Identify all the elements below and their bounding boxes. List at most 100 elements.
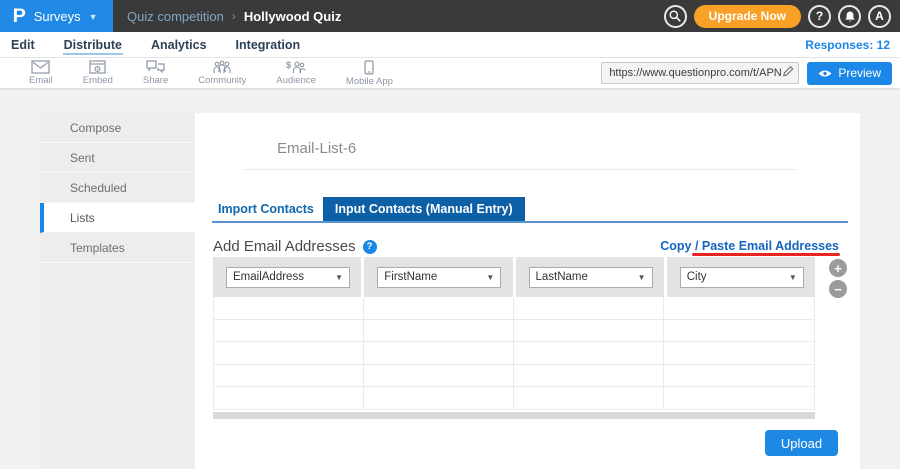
lists-panel: Email-List-6 Import Contacts Input Conta…: [195, 113, 860, 469]
contacts-table: EmailAddress▼FirstName▼LastName▼City▼: [213, 257, 815, 419]
table-cell[interactable]: [514, 365, 664, 388]
toolbar-right: Preview: [601, 62, 892, 85]
column-field-select[interactable]: FirstName ▼: [377, 267, 501, 288]
column-field-select[interactable]: LastName▼: [529, 267, 653, 288]
distribute-toolbar: Email Embed Share Community $ Audience M…: [0, 58, 900, 90]
surveys-product-menu[interactable]: P Surveys ▼: [0, 0, 113, 32]
tab-import-contacts[interactable]: Import Contacts: [212, 197, 323, 222]
table-cell[interactable]: [664, 342, 814, 365]
select-dropdown-arrow-icon: ▼: [486, 273, 494, 282]
sidebar-item-compose[interactable]: Compose: [40, 113, 195, 143]
breadcrumb-parent[interactable]: Quiz competition: [127, 9, 224, 24]
notifications-bell-icon[interactable]: [838, 5, 861, 28]
sidebar-item-lists[interactable]: Lists: [40, 203, 195, 233]
selected-field-label: FirstName: [384, 271, 437, 283]
sidebar-item-scheduled[interactable]: Scheduled: [40, 173, 195, 203]
nav-tab-integration[interactable]: Integration: [235, 34, 302, 55]
product-menu-label: Surveys: [34, 9, 81, 24]
table-row: [214, 365, 814, 388]
table-cell[interactable]: [364, 342, 514, 365]
table-cell[interactable]: [214, 297, 364, 320]
survey-nav: Edit Distribute Analytics Integration Re…: [0, 32, 900, 58]
table-cell[interactable]: [364, 365, 514, 388]
topbar-actions: Upgrade Now ? A: [664, 5, 891, 28]
toolbar-item-label: Share: [143, 75, 168, 86]
toolbar-item-community[interactable]: Community: [183, 57, 261, 89]
toolbar-item-mobile-app[interactable]: Mobile App: [331, 57, 408, 89]
toolbar-item-label: Embed: [83, 75, 113, 86]
account-avatar[interactable]: A: [868, 5, 891, 28]
upload-button[interactable]: Upload: [765, 430, 838, 456]
survey-url-input[interactable]: [609, 67, 782, 79]
horizontal-scrollbar[interactable]: [213, 412, 815, 419]
selected-field-label: City: [687, 271, 707, 283]
table-cell[interactable]: [214, 342, 364, 365]
survey-url-box: [601, 62, 799, 84]
chevron-down-icon: ▼: [89, 12, 98, 22]
sidebar-item-sent[interactable]: Sent: [40, 143, 195, 173]
help-tooltip-icon[interactable]: ?: [363, 240, 377, 254]
tabs-underline: [212, 221, 848, 223]
select-dropdown-arrow-icon: ▼: [335, 273, 343, 282]
toolbar-item-label: Community: [198, 75, 246, 86]
table-header-row: EmailAddress▼FirstName▼LastName▼City▼: [213, 257, 815, 297]
nav-tab-edit[interactable]: Edit: [10, 34, 36, 55]
nav-tab-analytics[interactable]: Analytics: [150, 34, 208, 55]
page-body: Compose Sent Scheduled Lists Templates E…: [0, 90, 900, 469]
column-header-cell: FirstName ▼: [364, 257, 512, 297]
toolbar-item-label: Mobile App: [346, 76, 393, 87]
table-cell[interactable]: [664, 320, 814, 343]
copy-paste-email-addresses-link[interactable]: Copy / Paste Email Addresses: [660, 239, 839, 253]
table-cell[interactable]: [664, 387, 814, 410]
add-email-addresses-label: Add Email Addresses: [213, 238, 356, 255]
table-cell[interactable]: [514, 387, 664, 410]
column-header-cell: EmailAddress ▼: [213, 257, 361, 297]
table-cell[interactable]: [214, 387, 364, 410]
column-field-select[interactable]: EmailAddress ▼: [226, 267, 350, 288]
eye-icon: [818, 69, 832, 78]
column-header-cell: LastName▼: [516, 257, 664, 297]
preview-label: Preview: [838, 66, 881, 80]
table-cell[interactable]: [514, 342, 664, 365]
breadcrumb-separator-icon: ›: [232, 9, 236, 23]
table-cell[interactable]: [664, 365, 814, 388]
toolbar-item-share[interactable]: Share: [128, 57, 183, 89]
selected-field-label: EmailAddress: [233, 271, 304, 283]
toolbar-item-label: Audience: [276, 75, 316, 86]
remove-row-button[interactable]: −: [829, 280, 847, 298]
toolbar-item-embed[interactable]: Embed: [68, 57, 128, 89]
preview-button[interactable]: Preview: [807, 62, 892, 85]
tab-input-contacts-manual-entry[interactable]: Input Contacts (Manual Entry): [323, 197, 525, 222]
title-divider: [243, 169, 797, 170]
add-row-button[interactable]: +: [829, 259, 847, 277]
table-cell[interactable]: [664, 297, 814, 320]
edit-url-pencil-icon[interactable]: [782, 64, 794, 82]
contacts-tabs: Import Contacts Input Contacts (Manual E…: [212, 197, 525, 222]
top-bar: P Surveys ▼ Quiz competition › Hollywood…: [0, 0, 900, 32]
upgrade-now-button[interactable]: Upgrade Now: [694, 5, 801, 28]
table-cell[interactable]: [214, 320, 364, 343]
breadcrumb-current: Hollywood Quiz: [244, 9, 342, 24]
email-envelope-icon: [31, 60, 50, 74]
column-field-select[interactable]: City ▼: [680, 267, 804, 288]
toolbar-item-email[interactable]: Email: [14, 57, 68, 89]
select-dropdown-arrow-icon: ▼: [638, 273, 646, 282]
table-cell[interactable]: [364, 320, 514, 343]
nav-tab-distribute[interactable]: Distribute: [63, 34, 123, 55]
red-annotation-underline: [692, 253, 840, 256]
table-row: [214, 297, 814, 320]
table-cell[interactable]: [514, 320, 664, 343]
column-header-cell: City ▼: [667, 257, 815, 297]
table-cell[interactable]: [364, 387, 514, 410]
table-cell[interactable]: [364, 297, 514, 320]
table-cell[interactable]: [214, 365, 364, 388]
share-bubbles-icon: [146, 60, 165, 74]
table-cell[interactable]: [514, 297, 664, 320]
search-icon[interactable]: [664, 5, 687, 28]
table-row: [214, 320, 814, 343]
select-dropdown-arrow-icon: ▼: [789, 273, 797, 282]
toolbar-item-audience[interactable]: $ Audience: [261, 57, 331, 89]
sidebar-item-templates[interactable]: Templates: [40, 233, 195, 263]
help-button[interactable]: ?: [808, 5, 831, 28]
questionpro-logo-icon: P: [13, 7, 26, 26]
